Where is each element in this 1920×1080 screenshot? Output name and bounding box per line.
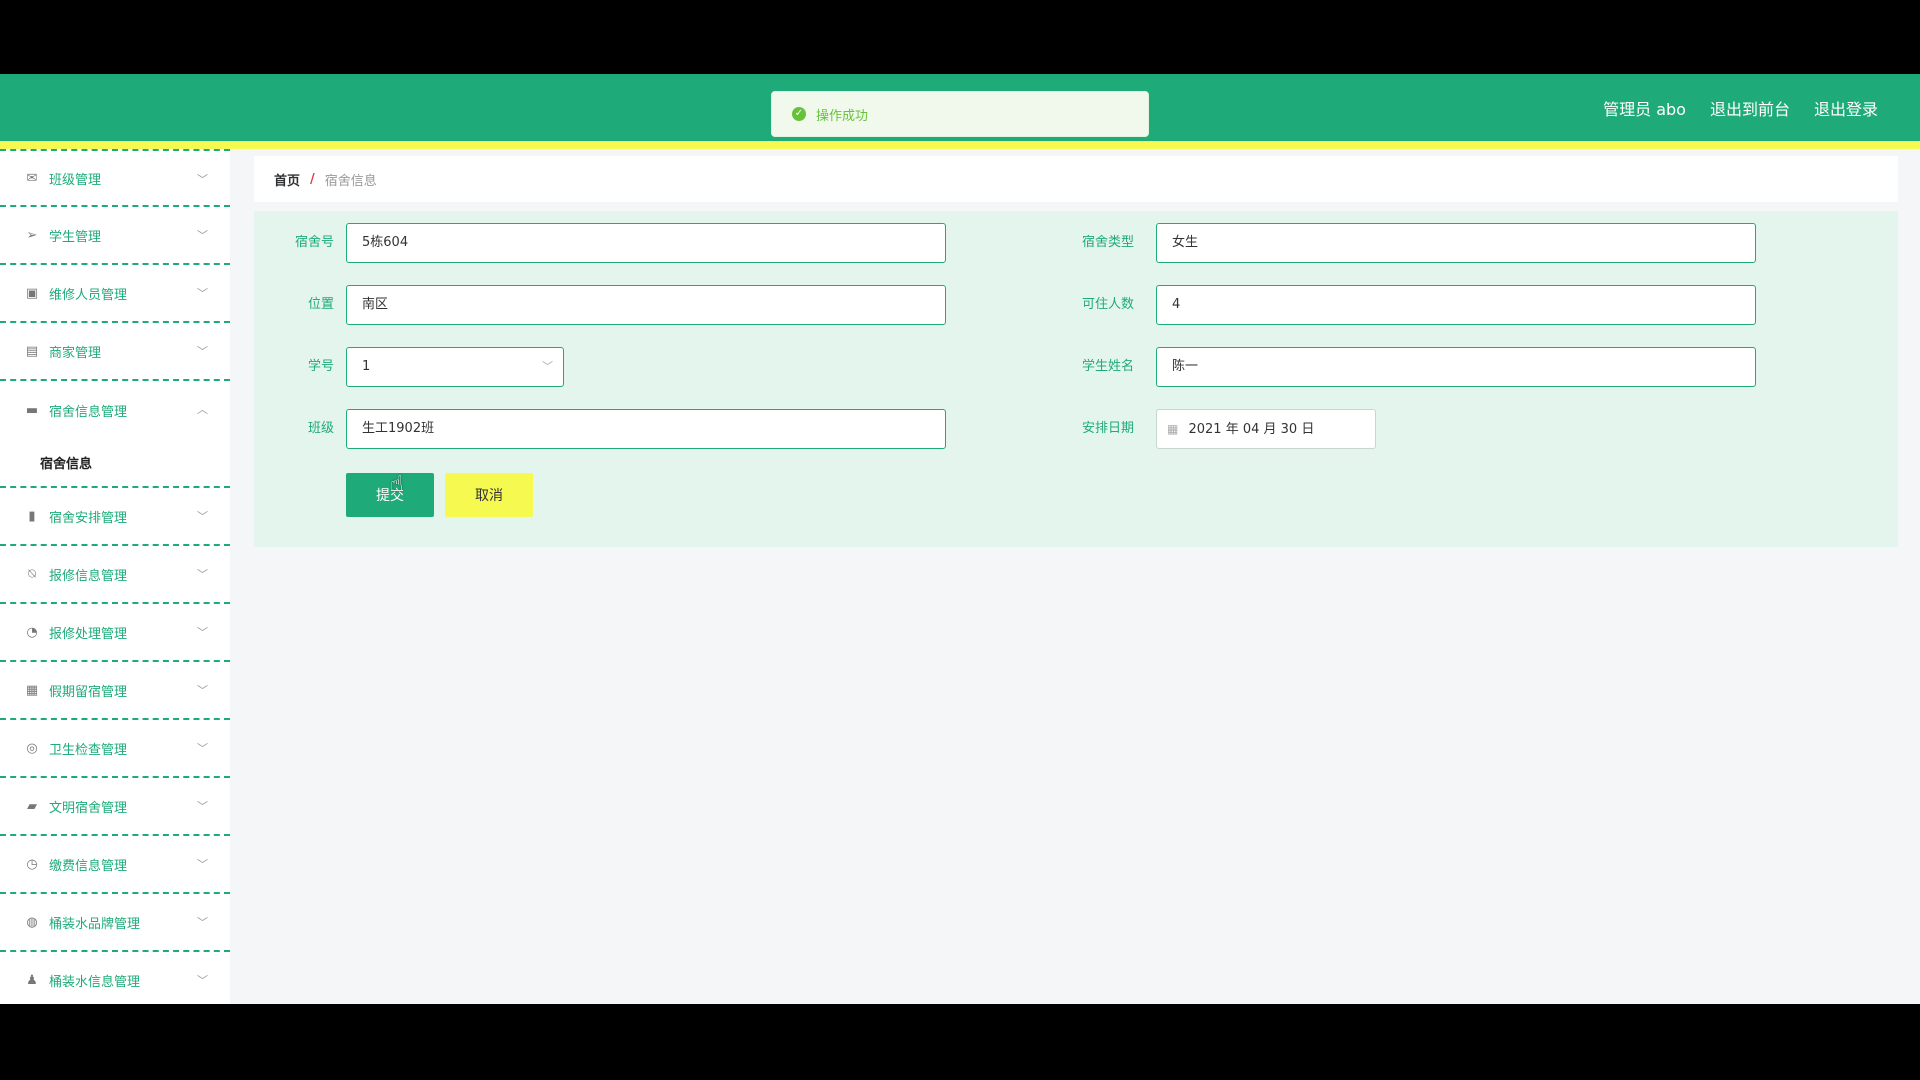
chevron-down-icon: ﹀	[197, 229, 208, 242]
dorm-type-label: 宿舍类型	[1081, 235, 1134, 250]
sidebar-item-merchant[interactable]: ▤ 商家管理 ﹀	[0, 323, 230, 381]
send-icon: ➢	[26, 227, 38, 243]
student-id-select[interactable]: 1 ﹀	[346, 347, 564, 387]
sidebar-item-dorm-info[interactable]: ▬ 宿舍信息管理 ︿	[0, 381, 230, 439]
chevron-down-icon: ﹀	[197, 510, 208, 523]
chevron-down-icon: ﹀	[197, 974, 208, 987]
sidebar-item-label: 报修信息管理	[49, 568, 128, 584]
student-id-value: 1	[362, 359, 371, 374]
student-id-label: 学号	[307, 359, 334, 374]
sidebar: ✉ 班级管理 ﹀ ➢ 学生管理 ﹀ ▣ 维修人员管理 ﹀ ▤ 商家管理 ﹀ ▬ …	[0, 149, 230, 1004]
sidebar-item-label: 文明宿舍管理	[49, 800, 128, 816]
sidebar-item-civilized-dorm[interactable]: ▰ 文明宿舍管理 ﹀	[0, 778, 230, 836]
chat-icon: ▰	[27, 798, 37, 814]
header-accent-line	[0, 141, 1920, 149]
hand-cursor-icon: ☝	[390, 472, 404, 497]
sidebar-item-holiday-stay[interactable]: ▦ 假期留宿管理 ﹀	[0, 662, 230, 720]
chevron-down-icon: ﹀	[542, 360, 553, 373]
chevron-down-icon: ﹀	[197, 800, 208, 813]
sidebar-item-maintenance-staff[interactable]: ▣ 维修人员管理 ﹀	[0, 265, 230, 323]
delete-bin-icon: ▣	[25, 285, 39, 301]
location-input[interactable]: 南区	[346, 285, 946, 325]
sidebar-item-repair-info[interactable]: ⍉ 报修信息管理 ﹀	[0, 546, 230, 604]
grid-icon: ▦	[25, 682, 39, 698]
class-input[interactable]: 生工1902班	[346, 409, 946, 449]
chevron-down-icon: ﹀	[197, 173, 208, 186]
cancel-button[interactable]: 取消	[445, 473, 533, 517]
sidebar-item-water-brand[interactable]: ◍ 桶装水品牌管理 ﹀	[0, 894, 230, 952]
help-icon: ◎	[26, 740, 38, 756]
submenu-item-dorm-info[interactable]: 宿舍信息	[0, 439, 230, 488]
sidebar-item-label: 班级管理	[49, 172, 102, 188]
mail-icon: ✉	[26, 170, 38, 186]
odometer-icon: ◔	[26, 624, 38, 640]
chevron-down-icon: ﹀	[197, 916, 208, 929]
sidebar-item-label: 维修人员管理	[49, 287, 128, 303]
sidebar-item-repair-process[interactable]: ◔ 报修处理管理 ﹀	[0, 604, 230, 662]
chevron-down-icon: ﹀	[197, 742, 208, 755]
admin-name[interactable]: 管理员 abo	[1603, 96, 1686, 120]
app-screen: 管理员 abo 退出到前台 退出登录 ✓ 操作成功 ✉ 班级管理 ﹀ ➢ 学生管…	[0, 74, 1920, 1004]
exit-to-front-link[interactable]: 退出到前台	[1710, 96, 1790, 120]
submenu-item-label: 宿舍信息	[40, 457, 93, 472]
breadcrumb: 首页 / 宿舍信息	[254, 156, 1898, 202]
sidebar-item-class[interactable]: ✉ 班级管理 ﹀	[0, 149, 230, 207]
sidebar-item-label: 假期留宿管理	[49, 684, 128, 700]
sidebar-item-label: 宿舍信息管理	[49, 404, 128, 420]
chevron-down-icon: ﹀	[197, 858, 208, 871]
dorm-type-input[interactable]: 女生	[1156, 223, 1756, 263]
sidebar-item-label: 卫生检查管理	[49, 742, 128, 758]
arrange-date-picker[interactable]: ▦ 2021 年 04 月 30 日	[1156, 409, 1376, 449]
logout-link[interactable]: 退出登录	[1814, 96, 1878, 120]
header-actions: 管理员 abo 退出到前台 退出登录	[1603, 96, 1878, 120]
sidebar-item-label: 缴费信息管理	[49, 858, 128, 874]
check-circle-icon: ✓	[792, 107, 806, 121]
capacity-input[interactable]: 4	[1156, 285, 1756, 325]
sidebar-item-payment[interactable]: ◷ 缴费信息管理 ﹀	[0, 836, 230, 894]
bell-off-icon: ⍉	[28, 566, 36, 582]
sidebar-item-label: 学生管理	[49, 229, 102, 245]
sidebar-item-hygiene-check[interactable]: ◎ 卫生检查管理 ﹀	[0, 720, 230, 778]
class-label: 班级	[307, 421, 334, 436]
sidebar-item-water-info[interactable]: ♟ 桶装水信息管理 ﹀	[0, 952, 230, 1004]
briefcase-icon: ▬	[25, 402, 39, 418]
breadcrumb-current: 宿舍信息	[324, 173, 377, 189]
sidebar-item-label: 桶装水信息管理	[49, 974, 141, 990]
capacity-label: 可住人数	[1081, 297, 1134, 312]
chevron-down-icon: ﹀	[197, 345, 208, 358]
sidebar-item-label: 商家管理	[49, 345, 102, 361]
chevron-down-icon: ﹀	[197, 568, 208, 581]
student-name-input[interactable]: 陈一	[1156, 347, 1756, 387]
chevron-down-icon: ﹀	[197, 684, 208, 697]
sidebar-item-student[interactable]: ➢ 学生管理 ﹀	[0, 207, 230, 265]
chevron-down-icon: ﹀	[197, 626, 208, 639]
dorm-no-label: 宿舍号	[294, 235, 334, 250]
id-card-icon: ▤	[25, 343, 39, 359]
clock-icon: ◷	[26, 856, 38, 872]
dorm-no-input[interactable]: 5栋604	[346, 223, 946, 263]
arrange-date-label: 安排日期	[1081, 421, 1134, 436]
arrange-date-value: 2021 年 04 月 30 日	[1188, 422, 1315, 437]
student-name-label: 学生姓名	[1081, 359, 1134, 374]
chevron-up-icon: ︿	[197, 403, 208, 416]
compass-icon: ◍	[26, 914, 38, 930]
sidebar-item-label: 桶装水品牌管理	[49, 916, 141, 932]
sidebar-item-dorm-arrange[interactable]: ▮ 宿舍安排管理 ﹀	[0, 488, 230, 546]
breadcrumb-home[interactable]: 首页	[274, 170, 300, 189]
toast-message: 操作成功	[816, 108, 869, 124]
calendar-icon: ▦	[1167, 422, 1179, 436]
clipboard-icon: ▮	[28, 508, 36, 524]
success-toast: ✓ 操作成功	[771, 91, 1149, 137]
user-icon: ♟	[26, 972, 38, 988]
location-label: 位置	[307, 297, 334, 312]
breadcrumb-separator: /	[310, 171, 315, 187]
chevron-down-icon: ﹀	[197, 287, 208, 300]
dorm-form: 宿舍号 5栋604 宿舍类型 女生 位置 南区 可住人数 4 学号 1 ﹀ 学生…	[254, 211, 1898, 547]
sidebar-item-label: 报修处理管理	[49, 626, 128, 642]
sidebar-item-label: 宿舍安排管理	[49, 510, 128, 526]
